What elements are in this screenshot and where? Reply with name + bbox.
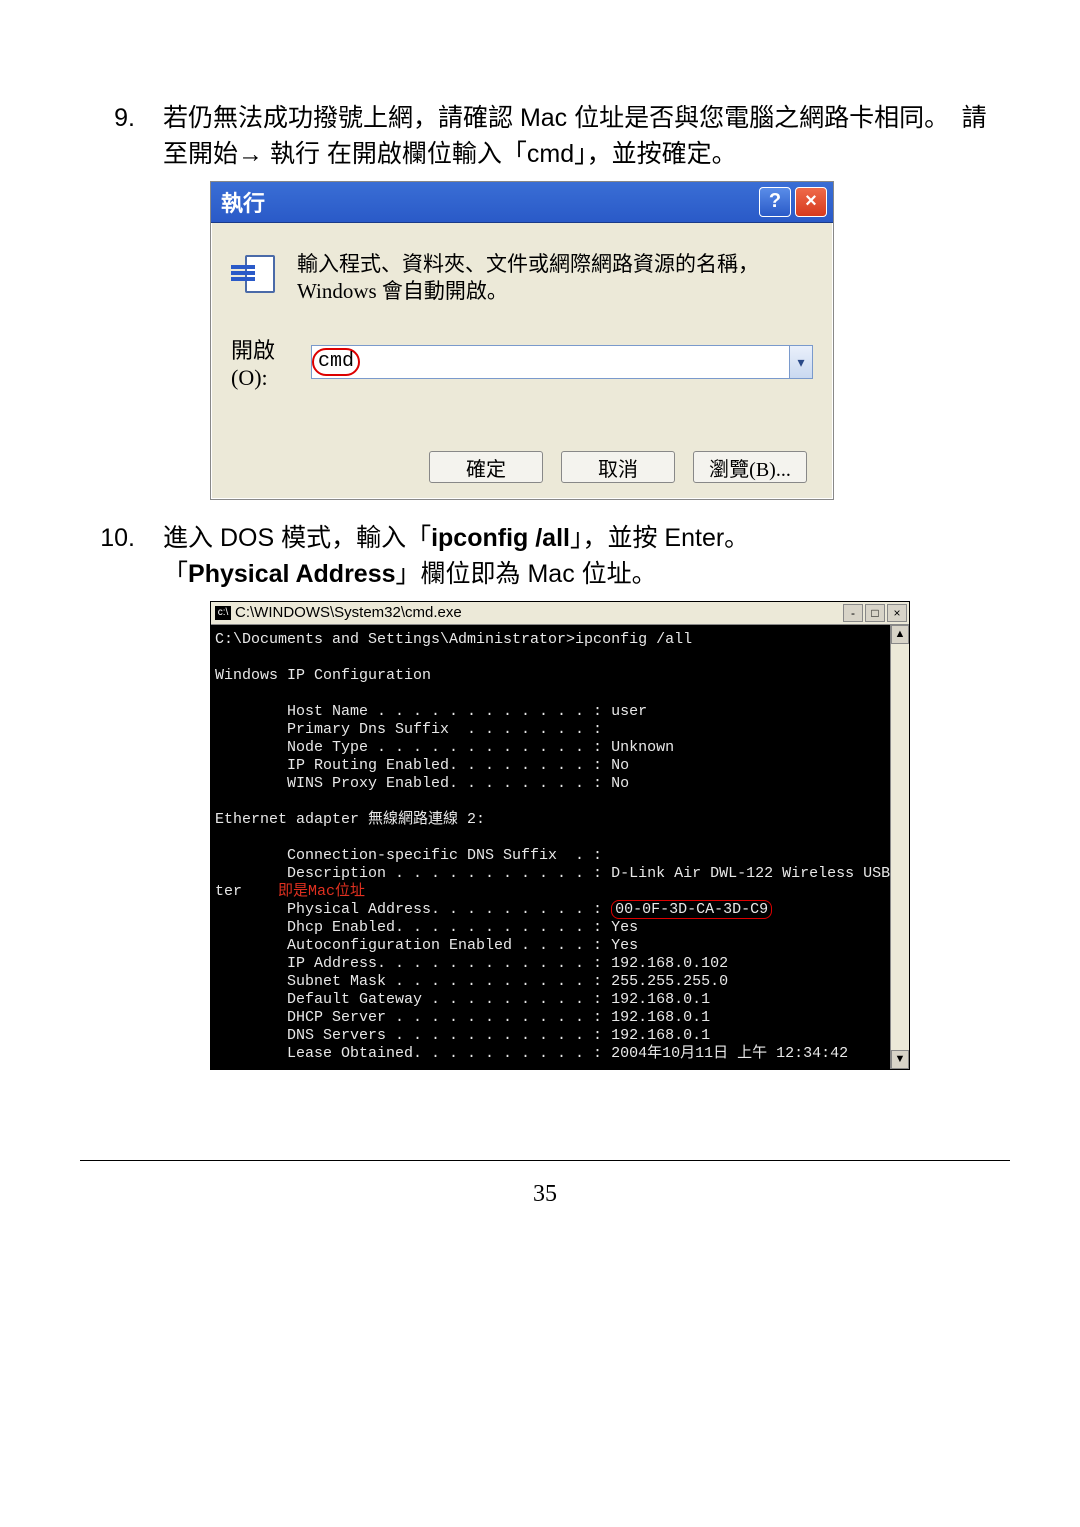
s10-c: 「 [163, 560, 188, 588]
s10-a: 進入 DOS 模式，輸入「 [163, 524, 431, 552]
step-10: 10. 進入 DOS 模式，輸入「ipconfig /all」，並按 Enter… [80, 520, 1010, 593]
cmd-l2: Primary Dns Suffix . . . . . . . : [215, 721, 602, 738]
right-arrow-icon: → [238, 140, 263, 168]
run-dialog: 執行 ? × 輸入程式、資料夾、文件或網際網路資源的名稱， Windows 會自… [210, 181, 834, 501]
mac-address-highlight: 00-0F-3D-CA-3D-C9 [611, 900, 772, 919]
run-dialog-message: 輸入程式、資料夾、文件或網際網路資源的名稱， Windows 會自動開啟。 [297, 251, 759, 306]
run-msg-line1: 輸入程式、資料夾、文件或網際網路資源的名稱， [297, 251, 759, 278]
minimize-button[interactable]: - [843, 604, 863, 622]
cmd-e7: Subnet Mask . . . . . . . . . . . : 255.… [215, 973, 728, 990]
step-10-number: 10. [80, 520, 163, 593]
s10-cmd: ipconfig /all [431, 524, 570, 552]
cmd-e1: Connection-specific DNS Suffix . : [215, 847, 602, 864]
mac-note: 即是Mac位址 [278, 883, 365, 900]
footer-rule [80, 1160, 1010, 1161]
step-9-number: 9. [80, 100, 163, 173]
maximize-button[interactable]: □ [865, 604, 885, 622]
cmd-window: c:\ C:\WINDOWS\System32\cmd.exe - □ × C:… [210, 601, 910, 1070]
cancel-button[interactable]: 取消 [561, 451, 675, 483]
cmd-e2: Description . . . . . . . . . . . : D-Li… [215, 865, 890, 882]
s10-phys: Physical Address [188, 560, 396, 588]
run-dialog-icon [231, 255, 277, 295]
scroll-up-button[interactable]: ▲ [891, 625, 909, 644]
cmd-eth: Ethernet adapter 無線網路連線 2: [215, 811, 485, 828]
s10-b: 」，並按 Enter。 [570, 524, 749, 552]
cmd-prompt: C:\Documents and Settings\Administrator>… [215, 631, 692, 648]
open-value-highlight: cmd [312, 348, 360, 376]
cmd-l5: WINS Proxy Enabled. . . . . . . . : No [215, 775, 629, 792]
close-button[interactable]: × [795, 187, 827, 217]
cmd-e9: DHCP Server . . . . . . . . . . . : 192.… [215, 1009, 710, 1026]
run-dialog-title: 執行 [221, 186, 265, 218]
cmd-title-text: C:\WINDOWS\System32\cmd.exe [235, 604, 462, 621]
help-button[interactable]: ? [759, 187, 791, 217]
cmd-e4: Dhcp Enabled. . . . . . . . . . . : Yes [215, 919, 638, 936]
cmd-e11: Lease Obtained. . . . . . . . . . : 2004… [215, 1045, 848, 1062]
scroll-track[interactable] [891, 644, 909, 1050]
step9-text-b: 執行 在開啟欄位輸入「cmd」，並按確定。 [263, 140, 737, 168]
step-9: 9. 若仍無法成功撥號上網，請確認 Mac 位址是否與您電腦之網路卡相同。 請至… [80, 100, 1010, 173]
run-msg-line2: Windows 會自動開啟。 [297, 278, 759, 305]
open-combobox[interactable]: cmd ▾ [311, 345, 813, 379]
cmd-e8: Default Gateway . . . . . . . . . : 192.… [215, 991, 710, 1008]
cmd-scrollbar[interactable]: ▲ ▼ [890, 625, 909, 1069]
page-number: 35 [80, 1181, 1010, 1208]
combobox-dropdown-button[interactable]: ▾ [789, 346, 812, 378]
cmd-l3: Node Type . . . . . . . . . . . . : Unkn… [215, 739, 674, 756]
cmd-e6: IP Address. . . . . . . . . . . . : 192.… [215, 955, 728, 972]
cmd-l1: Host Name . . . . . . . . . . . . : user [215, 703, 647, 720]
step-10-text: 進入 DOS 模式，輸入「ipconfig /all」，並按 Enter。 「P… [163, 520, 1010, 593]
scroll-down-button[interactable]: ▼ [891, 1050, 909, 1069]
browse-button[interactable]: 瀏覽(B)... [693, 451, 807, 483]
ok-button[interactable]: 確定 [429, 451, 543, 483]
cmd-titlebar[interactable]: c:\ C:\WINDOWS\System32\cmd.exe - □ × [211, 602, 909, 625]
cmd-e10: DNS Servers . . . . . . . . . . . : 192.… [215, 1027, 710, 1044]
cmd-output[interactable]: C:\Documents and Settings\Administrator>… [211, 625, 890, 1069]
step-9-text: 若仍無法成功撥號上網，請確認 Mac 位址是否與您電腦之網路卡相同。 請至開始→… [163, 100, 1010, 173]
cmd-hdr: Windows IP Configuration [215, 667, 431, 684]
cmd-close-button[interactable]: × [887, 604, 907, 622]
cmd-l4: IP Routing Enabled. . . . . . . . : No [215, 757, 629, 774]
run-dialog-titlebar[interactable]: 執行 ? × [211, 182, 833, 223]
cmd-e5: Autoconfiguration Enabled . . . . : Yes [215, 937, 638, 954]
s10-d: 」欄位即為 Mac 位址。 [396, 560, 657, 588]
cmd-icon: c:\ [215, 606, 231, 620]
cmd-ter: ter [215, 883, 242, 900]
cmd-e3a: Physical Address. . . . . . . . . : [215, 901, 611, 918]
open-label: 開啟(O): [231, 333, 311, 391]
